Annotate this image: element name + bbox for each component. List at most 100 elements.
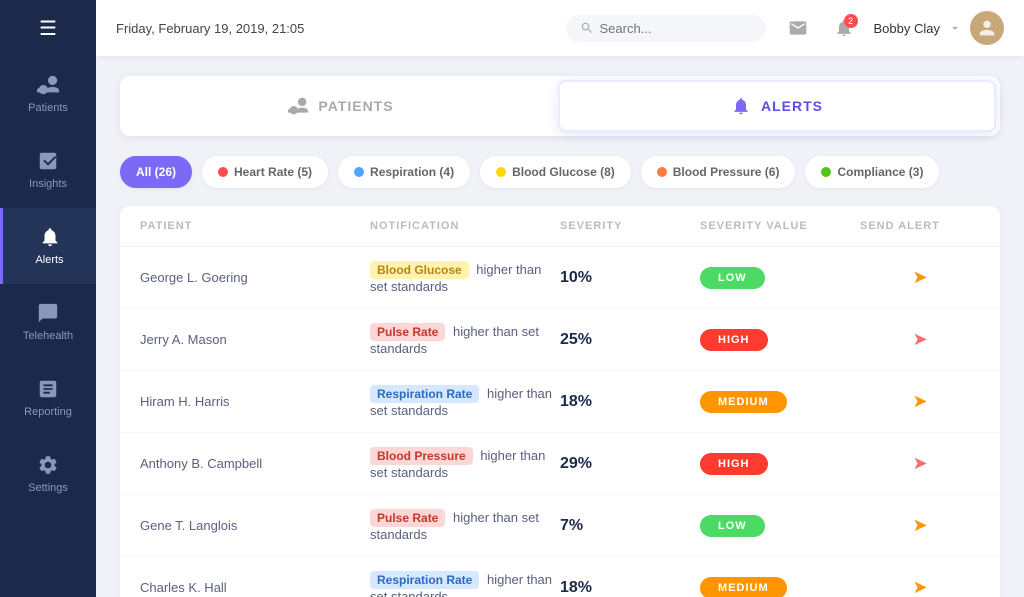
filter-glucose[interactable]: Blood Glucose (8): [480, 156, 631, 188]
patients-tab-icon: [288, 96, 308, 116]
severity-badge: MEDIUM: [700, 391, 787, 413]
col-severity: SEVERITY: [560, 220, 700, 232]
sidebar-item-telehealth[interactable]: Telehealth: [0, 284, 96, 360]
heart-rate-dot: [218, 167, 228, 177]
filter-heart-rate[interactable]: Heart Rate (5): [202, 156, 328, 188]
notification-text: Blood Pressure higher than set standards: [370, 447, 560, 480]
topbar-icons: 2 Bobby Clay: [782, 11, 1004, 45]
filter-all-label: All (26): [136, 165, 176, 179]
notification-text: Respiration Rate higher than set standar…: [370, 385, 560, 418]
severity-value: 29%: [560, 455, 700, 473]
col-severity-value: SEVERITY VALUE: [700, 220, 860, 232]
sidebar-item-patients[interactable]: Patients: [0, 56, 96, 132]
glucose-dot: [496, 167, 506, 177]
tab-patients[interactable]: PATIENTS: [124, 80, 558, 132]
respiration-dot: [354, 167, 364, 177]
severity-badge-container: MEDIUM: [700, 391, 860, 413]
table-row: Anthony B. Campbell Blood Pressure highe…: [120, 433, 1000, 495]
notif-tag: Blood Pressure: [370, 447, 473, 465]
chevron-down-icon: [948, 21, 962, 35]
sidebar-item-alerts[interactable]: Alerts: [0, 208, 96, 284]
notif-tag: Blood Glucose: [370, 261, 469, 279]
tab-patients-label: PATIENTS: [318, 98, 393, 114]
notification-text: Respiration Rate higher than set standar…: [370, 571, 560, 597]
sidebar-item-settings[interactable]: Settings: [0, 436, 96, 512]
alerts-table: PATIENT NOTIFICATION SEVERITY SEVERITY V…: [120, 206, 1000, 597]
notification-text: Pulse Rate higher than set standards: [370, 509, 560, 542]
hamburger-icon[interactable]: ☰: [39, 16, 57, 41]
user-name: Bobby Clay: [874, 21, 940, 36]
filter-bar: All (26) Heart Rate (5) Respiration (4) …: [120, 156, 1000, 188]
severity-value: 18%: [560, 393, 700, 411]
tab-alerts[interactable]: ALERTS: [558, 80, 996, 132]
filter-compliance-label: Compliance (3): [837, 165, 923, 179]
sidebar-patients-label: Patients: [28, 102, 68, 114]
table-row: Gene T. Langlois Pulse Rate higher than …: [120, 495, 1000, 557]
send-alert-button[interactable]: ➤: [860, 577, 980, 597]
sidebar-logo[interactable]: ☰: [0, 0, 96, 56]
patient-name: Charles K. Hall: [140, 580, 370, 595]
filter-compliance[interactable]: Compliance (3): [805, 156, 939, 188]
severity-value: 10%: [560, 269, 700, 287]
sidebar-item-insights[interactable]: Insights: [0, 132, 96, 208]
filter-respiration[interactable]: Respiration (4): [338, 156, 470, 188]
settings-icon: [37, 454, 59, 476]
table-row: Jerry A. Mason Pulse Rate higher than se…: [120, 309, 1000, 371]
sidebar-telehealth-label: Telehealth: [23, 330, 73, 342]
search-icon: [580, 21, 594, 35]
filter-pressure[interactable]: Blood Pressure (6): [641, 156, 796, 188]
reporting-icon: [37, 378, 59, 400]
insights-icon: [37, 150, 59, 172]
filter-heart-label: Heart Rate (5): [234, 165, 312, 179]
topbar: Friday, February 19, 2019, 21:05 2 Bobby…: [96, 0, 1024, 56]
patient-name: George L. Goering: [140, 270, 370, 285]
send-alert-button[interactable]: ➤: [860, 515, 980, 536]
notif-tag: Pulse Rate: [370, 323, 445, 341]
pressure-dot: [657, 167, 667, 177]
send-alert-button[interactable]: ➤: [860, 329, 980, 350]
notification-text: Pulse Rate higher than set standards: [370, 323, 560, 356]
col-send-alert: SEND ALERT: [860, 220, 980, 232]
severity-badge-container: HIGH: [700, 453, 860, 475]
email-button[interactable]: [782, 12, 814, 44]
search-box[interactable]: [566, 15, 766, 42]
severity-badge-container: LOW: [700, 267, 860, 289]
patient-name: Hiram H. Harris: [140, 394, 370, 409]
avatar-icon: [976, 17, 998, 39]
filter-pressure-label: Blood Pressure (6): [673, 165, 780, 179]
table-row: Charles K. Hall Respiration Rate higher …: [120, 557, 1000, 597]
severity-badge: LOW: [700, 267, 765, 289]
notification-badge: 2: [844, 14, 858, 28]
table-row: Hiram H. Harris Respiration Rate higher …: [120, 371, 1000, 433]
user-menu[interactable]: Bobby Clay: [874, 11, 1004, 45]
filter-glucose-label: Blood Glucose (8): [512, 165, 615, 179]
sidebar-reporting-label: Reporting: [24, 406, 72, 418]
severity-value: 7%: [560, 517, 700, 535]
tab-bar: PATIENTS ALERTS: [120, 76, 1000, 136]
send-alert-button[interactable]: ➤: [860, 391, 980, 412]
send-alert-button[interactable]: ➤: [860, 267, 980, 288]
compliance-dot: [821, 167, 831, 177]
col-notification: NOTIFICATION: [370, 220, 560, 232]
notif-tag: Pulse Rate: [370, 509, 445, 527]
table-row: George L. Goering Blood Glucose higher t…: [120, 247, 1000, 309]
col-patient: PATIENT: [140, 220, 370, 232]
patient-name: Gene T. Langlois: [140, 518, 370, 533]
notif-tag: Respiration Rate: [370, 385, 479, 403]
send-alert-button[interactable]: ➤: [860, 453, 980, 474]
tab-alerts-label: ALERTS: [761, 98, 823, 114]
notification-button[interactable]: 2: [828, 12, 860, 44]
severity-badge: HIGH: [700, 453, 768, 475]
patient-name: Jerry A. Mason: [140, 332, 370, 347]
search-input[interactable]: [600, 21, 750, 36]
sidebar-insights-label: Insights: [29, 178, 67, 190]
content-area: PATIENTS ALERTS All (26) Heart Rate (5) …: [96, 56, 1024, 597]
filter-all[interactable]: All (26): [120, 156, 192, 188]
severity-value: 18%: [560, 579, 700, 597]
severity-badge: MEDIUM: [700, 577, 787, 597]
patient-name: Anthony B. Campbell: [140, 456, 370, 471]
notification-text: Blood Glucose higher than set standards: [370, 261, 560, 294]
sidebar-settings-label: Settings: [28, 482, 68, 494]
severity-badge-container: MEDIUM: [700, 577, 860, 597]
sidebar-item-reporting[interactable]: Reporting: [0, 360, 96, 436]
